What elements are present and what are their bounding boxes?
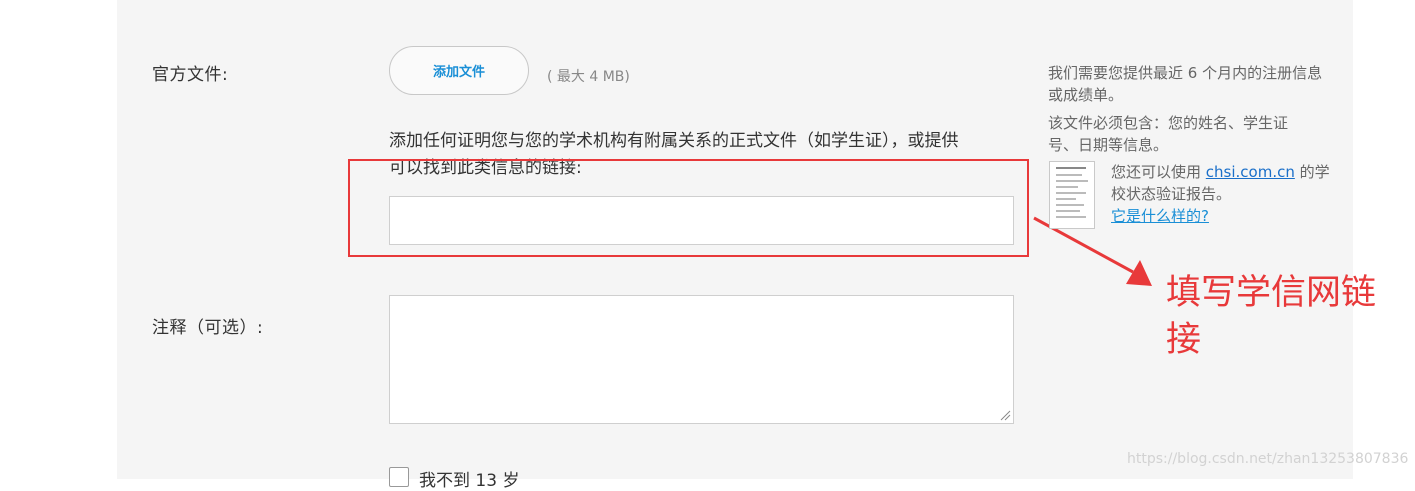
add-file-button[interactable]: 添加文件	[389, 46, 529, 95]
document-preview-icon	[1049, 161, 1095, 229]
annotation-highlight-box	[348, 159, 1029, 257]
notes-textarea[interactable]	[389, 295, 1014, 424]
official-file-label: 官方文件:	[152, 65, 229, 85]
resize-grip-icon[interactable]	[1000, 410, 1011, 421]
sidebar-info-registration: 我们需要您提供最近 6 个月内的注册信息或成绩单。	[1048, 64, 1323, 104]
watermark: https://blog.csdn.net/zhan13253807836	[1127, 451, 1409, 467]
chsi-link[interactable]: chsi.com.cn	[1206, 163, 1295, 181]
sidebar-info-requirements: 该文件必须包含：您的姓名、学生证号、日期等信息。	[1048, 114, 1289, 154]
what-does-it-look-like-link[interactable]: 它是什么样的?	[1111, 205, 1209, 227]
annotation-text: 填写学信网链接	[1166, 273, 1377, 360]
under13-checkbox[interactable]	[389, 467, 409, 487]
chsi-prefix-text: 您还可以使用	[1111, 163, 1206, 181]
max-size-hint: ( 最大 4 MB)	[547, 69, 630, 85]
notes-label: 注释（可选）:	[152, 318, 264, 338]
sidebar-info-chsi: 您还可以使用 chsi.com.cn 的学校状态验证报告。	[1111, 161, 1331, 205]
